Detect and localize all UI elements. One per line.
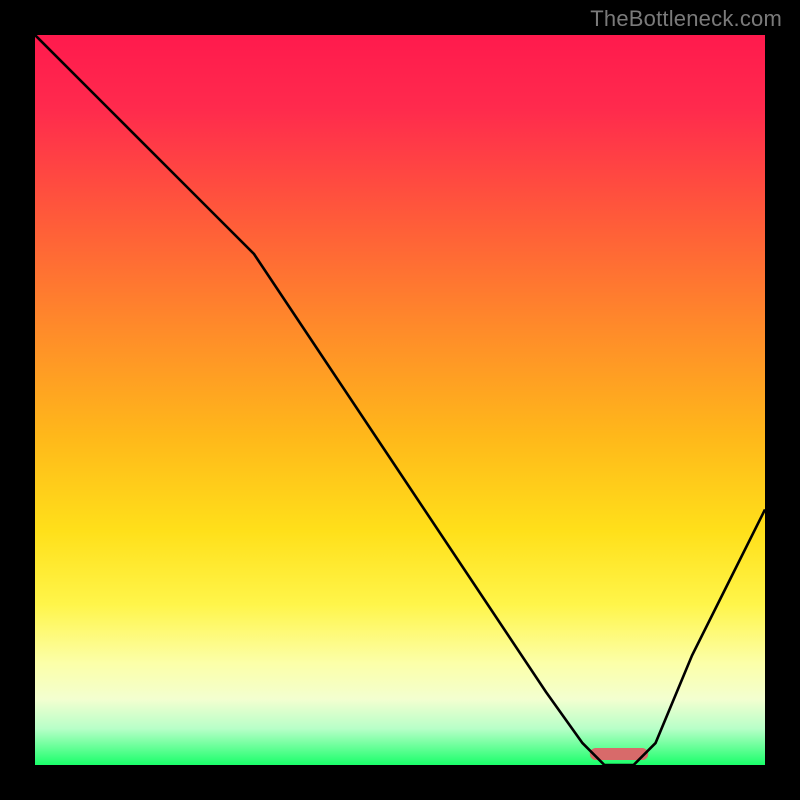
bottleneck-curve [35, 35, 765, 765]
watermark-text: TheBottleneck.com [590, 6, 782, 32]
chart-overlay [35, 35, 765, 765]
plot-area [35, 35, 765, 765]
chart-container: TheBottleneck.com [0, 0, 800, 800]
